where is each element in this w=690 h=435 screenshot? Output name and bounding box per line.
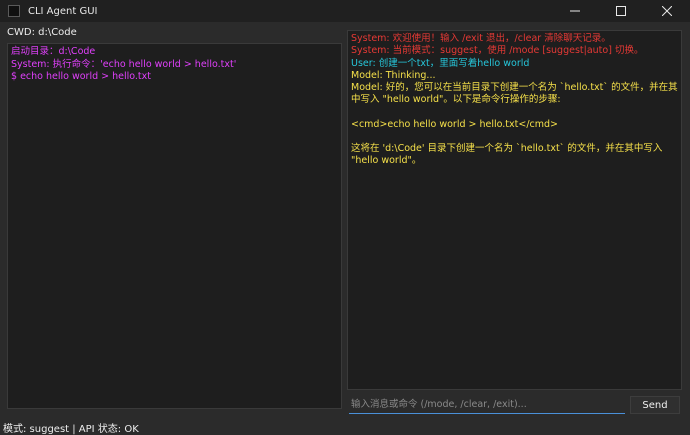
chat-line-model: 这将在 'd:\Code' 目录下创建一个名为 `hello.txt` 的文件，… (351, 143, 666, 167)
close-icon (662, 6, 672, 16)
terminal-output[interactable]: 启动目录：d:\Code System: 执行命令：'echo hello wo… (7, 43, 342, 409)
close-button[interactable] (644, 0, 690, 22)
chat-blank-line (351, 131, 678, 143)
title-bar: CLI Agent GUI (0, 0, 690, 22)
chat-line-user: User: 创建一个txt，里面写着hello world (351, 57, 530, 69)
chat-line-model: Model: 好的，您可以在当前目录下创建一个名为 `hello.txt` 的文… (351, 82, 678, 106)
maximize-button[interactable] (598, 0, 644, 22)
chat-line-model: <cmd>echo hello world > hello.txt</cmd> (351, 118, 558, 130)
chat-history[interactable]: System: 欢迎使用！输入 /exit 退出，/clear 清除聊天记录。 … (347, 30, 682, 390)
message-input[interactable] (349, 396, 625, 414)
chat-line-system: System: 欢迎使用！输入 /exit 退出，/clear 清除聊天记录。 (351, 33, 611, 44)
chat-blank-line (351, 107, 678, 119)
terminal-line: $ echo hello world > hello.txt (11, 71, 151, 82)
maximize-icon (616, 6, 626, 16)
minimize-icon (570, 10, 580, 12)
cwd-label: CWD: d:\Code (7, 27, 77, 38)
minimize-button[interactable] (552, 0, 598, 22)
status-bar: 模式: suggest | API 状态: OK (3, 424, 139, 435)
window-title: CLI Agent GUI (28, 5, 98, 17)
chat-line-system: System: 当前模式：suggest，使用 /mode [suggest|a… (351, 45, 644, 57)
chat-line-model: Model: Thinking... (351, 69, 436, 81)
terminal-line: System: 执行命令：'echo hello world > hello.t… (11, 58, 237, 70)
terminal-line: 启动目录：d:\Code (11, 46, 96, 57)
app-icon (8, 5, 20, 17)
input-bar: Send (347, 396, 682, 416)
window-controls (552, 0, 690, 22)
send-button[interactable]: Send (630, 396, 680, 414)
